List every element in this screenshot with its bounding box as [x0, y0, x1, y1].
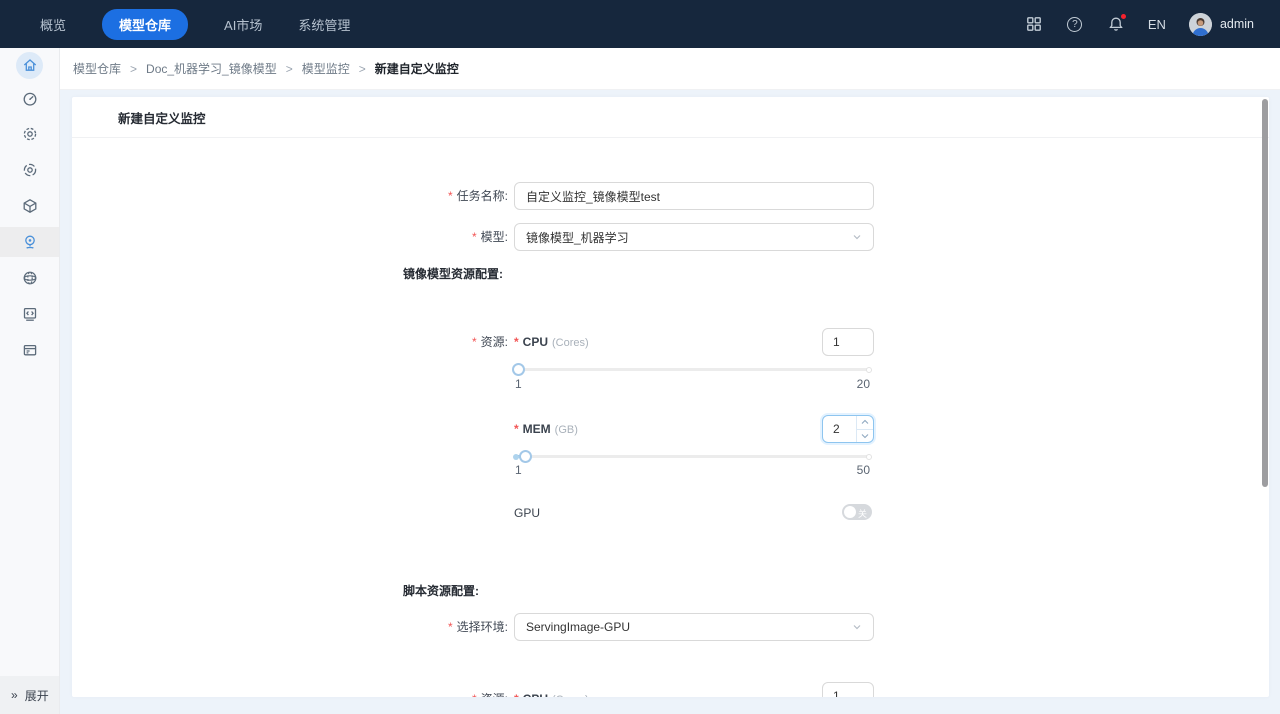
username-label: admin	[1220, 17, 1254, 31]
cpu-slider-max: 20	[514, 377, 870, 391]
cpu-unit: (Cores)	[552, 337, 589, 349]
cpu-slider[interactable]	[514, 363, 870, 375]
sidebar-item-sphere[interactable]	[0, 263, 59, 293]
task-name-label: *任务名称:	[72, 182, 508, 211]
cube-icon	[22, 198, 38, 214]
env-select-value: ServingImage-GPU	[526, 620, 630, 634]
breadcrumb-item-repo[interactable]: 模型仓库	[73, 60, 121, 77]
sidebar-expand-button[interactable]: » 展开	[0, 676, 59, 714]
script-resource-label: *资源:	[72, 685, 508, 697]
script-resource-section-title: 脚本资源配置:	[403, 582, 479, 599]
breadcrumb-separator: >	[359, 62, 366, 76]
env-label: *选择环境:	[72, 613, 508, 642]
mem-unit: (GB)	[555, 424, 578, 436]
required-mark: *	[514, 422, 519, 436]
mem-slider[interactable]	[514, 450, 870, 462]
sidebar-item-settings[interactable]	[0, 119, 59, 149]
mem-slider-max: 50	[514, 463, 870, 477]
spin-up-icon[interactable]	[857, 416, 873, 429]
sidebar-item-dashboard[interactable]	[0, 84, 59, 114]
sidebar-item-models[interactable]	[0, 191, 59, 221]
script-cpu-unit: (Cores)	[552, 694, 589, 697]
navbar-right: ? EN admin	[1025, 13, 1280, 36]
required-mark: *	[514, 335, 519, 349]
user-menu[interactable]: admin	[1189, 13, 1254, 36]
image-resource-section-title: 镜像模型资源配置:	[403, 265, 503, 282]
mem-label: *MEM(GB)	[514, 415, 578, 445]
breadcrumb-item-model[interactable]: Doc_机器学习_镜像模型	[146, 60, 277, 77]
sidebar-item-code[interactable]	[0, 299, 59, 329]
gpu-toggle[interactable]: 关	[842, 504, 872, 520]
mem-spinner	[856, 416, 873, 442]
language-switch[interactable]: EN	[1148, 17, 1166, 32]
model-select[interactable]: 镜像模型_机器学习	[514, 223, 874, 251]
breadcrumb-separator: >	[286, 62, 293, 76]
required-mark: *	[472, 230, 477, 244]
required-mark: *	[472, 335, 477, 349]
required-mark: *	[448, 620, 453, 634]
script-cpu-value-input[interactable]	[822, 682, 874, 697]
sidebar-item-archive[interactable]	[0, 335, 59, 365]
gear-icon	[22, 126, 38, 142]
breadcrumb-item-current: 新建自定义监控	[375, 60, 459, 77]
nav-item-overview[interactable]: 概览	[40, 15, 66, 34]
model-select-value: 镜像模型_机器学习	[526, 229, 629, 246]
code-terminal-icon	[22, 306, 38, 322]
gpu-toggle-knob	[844, 506, 856, 518]
left-sidebar: » 展开	[0, 48, 60, 714]
main-nav: 概览 模型仓库 AI市场 系统管理	[0, 9, 350, 40]
new-monitor-card: 新建自定义监控 *任务名称: *模型: 镜像模型_机器学习 镜像模型资源配置: …	[72, 97, 1269, 697]
nav-item-ai-market[interactable]: AI市场	[224, 15, 262, 34]
nav-item-system-mgmt[interactable]: 系统管理	[298, 15, 350, 34]
chevron-down-icon	[852, 622, 862, 632]
cpu-slider-end-dot	[866, 367, 872, 373]
help-glyph: ?	[1067, 17, 1082, 32]
cpu-slider-handle[interactable]	[512, 363, 525, 376]
required-mark: *	[472, 692, 477, 697]
help-icon[interactable]: ?	[1066, 15, 1084, 33]
task-name-input[interactable]	[514, 182, 874, 210]
gpu-toggle-state: 关	[858, 507, 867, 520]
cpu-slider-track[interactable]	[514, 368, 870, 371]
mem-stepper	[822, 415, 874, 443]
main-content: 新建自定义监控 *任务名称: *模型: 镜像模型_机器学习 镜像模型资源配置: …	[60, 90, 1280, 714]
archive-folder-icon	[22, 342, 38, 358]
avatar	[1189, 13, 1212, 36]
script-cpu-label: *CPU(Cores)	[514, 685, 589, 697]
mem-slider-handle[interactable]	[519, 450, 532, 463]
card-scrollbar-thumb[interactable]	[1262, 99, 1268, 487]
breadcrumb: 模型仓库 > Doc_机器学习_镜像模型 > 模型监控 > 新建自定义监控	[60, 48, 1280, 90]
breadcrumb-item-monitoring[interactable]: 模型监控	[302, 60, 350, 77]
model-label: *模型:	[72, 223, 508, 252]
dashboard-gauge-icon	[22, 91, 38, 107]
disc-target-icon	[22, 162, 38, 178]
monitor-webcam-icon	[22, 234, 38, 250]
top-navbar: 概览 模型仓库 AI市场 系统管理 ? EN	[0, 0, 1280, 48]
apps-grid-icon[interactable]	[1025, 15, 1043, 33]
cpu-value-input[interactable]	[822, 328, 874, 356]
home-icon	[22, 57, 38, 73]
cpu-label: *CPU(Cores)	[514, 328, 589, 358]
nav-item-model-repo[interactable]: 模型仓库	[102, 9, 188, 40]
env-select[interactable]: ServingImage-GPU	[514, 613, 874, 641]
sphere-globe-icon	[22, 270, 38, 286]
resource-label: *资源:	[72, 328, 508, 357]
required-mark: *	[514, 692, 519, 697]
breadcrumb-separator: >	[130, 62, 137, 76]
gpu-label: GPU	[514, 506, 540, 520]
chevron-down-icon	[852, 232, 862, 242]
sidebar-item-disc[interactable]	[0, 155, 59, 185]
sidebar-item-home[interactable]	[0, 50, 59, 80]
required-mark: *	[448, 189, 453, 203]
notification-badge	[1121, 14, 1126, 19]
card-title: 新建自定义监控	[72, 97, 1269, 138]
expand-icon: »	[11, 688, 18, 702]
sidebar-item-monitoring[interactable]	[0, 227, 59, 257]
spin-down-icon[interactable]	[857, 429, 873, 443]
expand-label: 展开	[25, 687, 49, 704]
bell-icon[interactable]	[1107, 15, 1125, 33]
mem-slider-track[interactable]	[514, 455, 870, 458]
mem-slider-end-dot	[866, 454, 872, 460]
